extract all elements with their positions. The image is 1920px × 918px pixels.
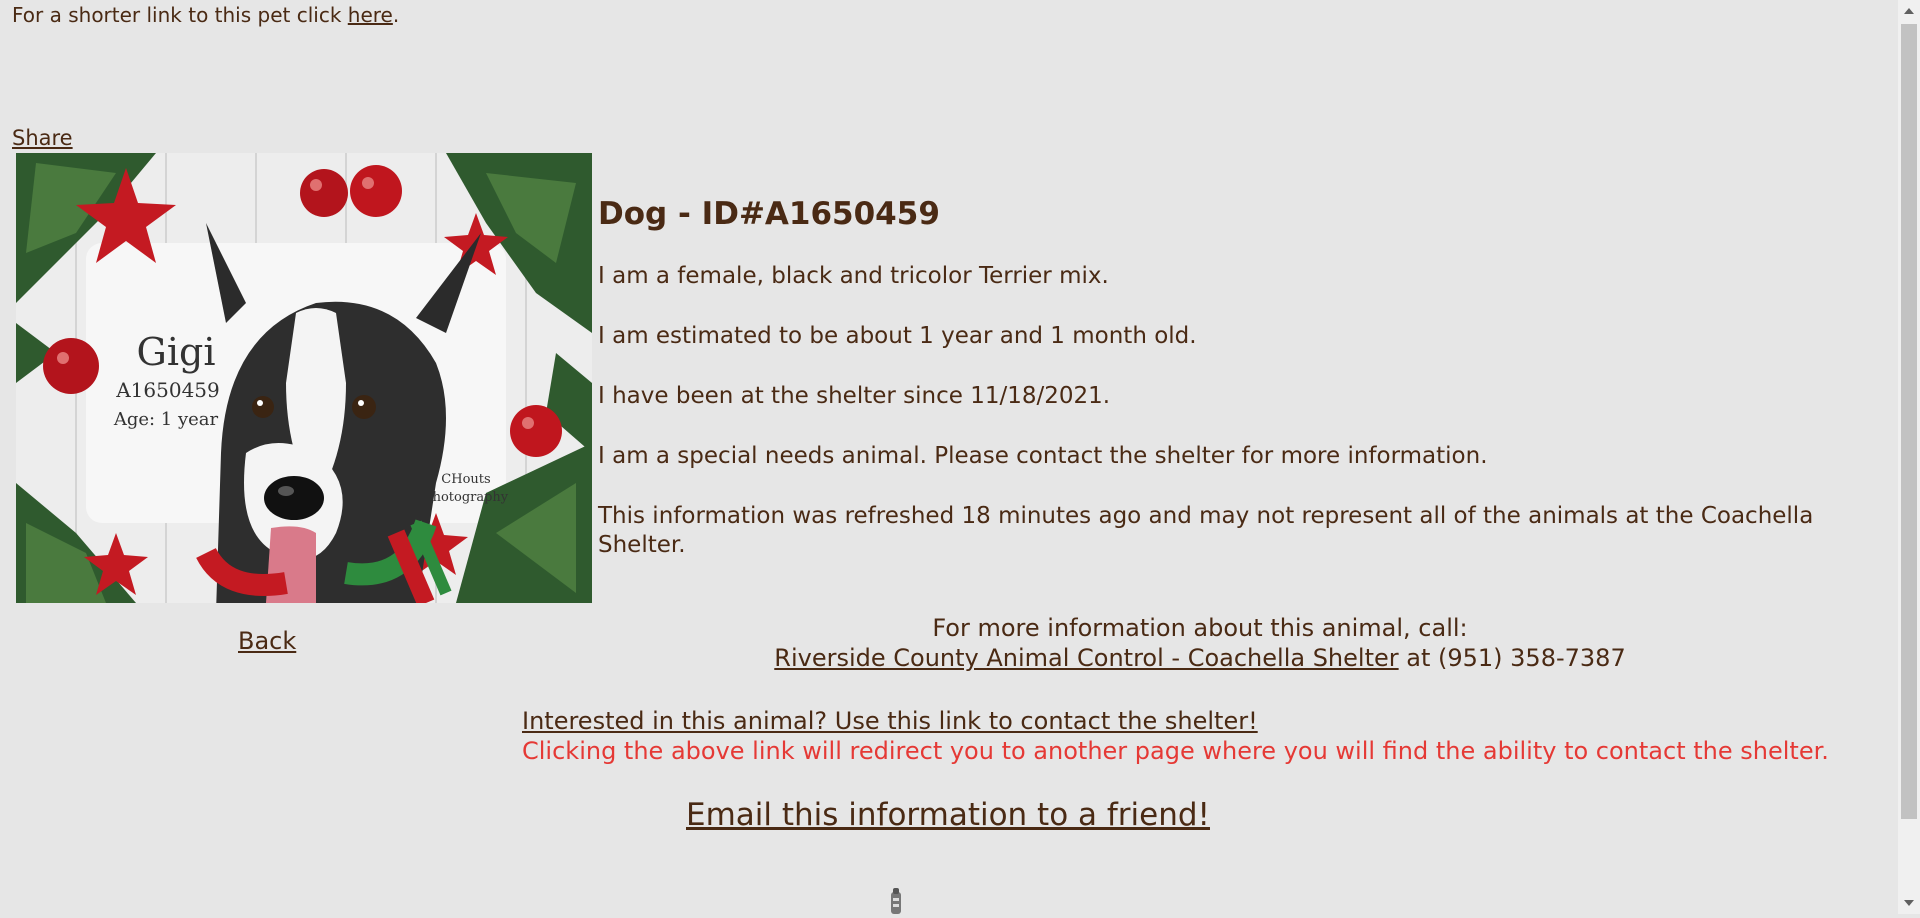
share-link[interactable]: Share [12,126,73,150]
refresh-note: This information was refreshed 18 minute… [598,503,1814,558]
contact-info: For more information about this animal, … [520,613,1880,673]
contact-line: Riverside County Animal Control - Coache… [520,643,1880,673]
scrollbar-thumb[interactable] [1901,24,1917,819]
shelter-link[interactable]: Riverside County Animal Control - Coache… [774,644,1398,672]
pet-photo: Gigi A1650459 Age: 1 year CHouts Photogr… [16,153,592,603]
contact-intro: For more information about this animal, … [932,614,1468,642]
vertical-scrollbar[interactable] [1898,0,1920,914]
photo-pet-name: Gigi [137,330,216,374]
animal-title: Dog - ID#A1650459 [598,196,940,232]
redirect-note: Clicking the above link will redirect yo… [522,737,1829,765]
photo-pet-age: Age: 1 year [113,409,219,430]
contact-shelter-link[interactable]: Interested in this animal? Use this link… [522,707,1258,735]
scroll-down-arrow-icon[interactable] [1898,892,1920,914]
shortlink-prefix: For a shorter link to this pet click [12,3,348,27]
email-section: Email this information to a friend! [0,797,1896,833]
shortlink-suffix: . [392,3,400,27]
loading-icon [887,888,905,914]
photo-pet-id: A1650459 [115,378,220,402]
page: For a shorter link to this pet click her… [0,0,1898,914]
animal-intake-date: I have been at the shelter since 11/18/2… [598,383,1111,409]
animal-description: I am a female, black and tricolor Terrie… [598,263,1109,289]
shelter-phone: at (951) 358-7387 [1398,644,1626,672]
photo-credit-line1: CHouts [441,472,490,487]
interest-section: Interested in this animal? Use this link… [522,706,1829,766]
animal-details: Dog - ID#A1650459 I am a female, black a… [598,196,1878,591]
special-needs-note: I am a special needs animal. Please cont… [598,443,1488,469]
scroll-up-arrow-icon[interactable] [1898,0,1920,22]
back-link[interactable]: Back [238,627,296,655]
photo-credit-line2: Photography [424,490,509,505]
email-friend-link[interactable]: Email this information to a friend! [686,797,1210,833]
shortlink-here-link[interactable]: here [348,3,393,27]
shortlink-line: For a shorter link to this pet click her… [12,3,399,27]
animal-age: I am estimated to be about 1 year and 1 … [598,323,1197,349]
